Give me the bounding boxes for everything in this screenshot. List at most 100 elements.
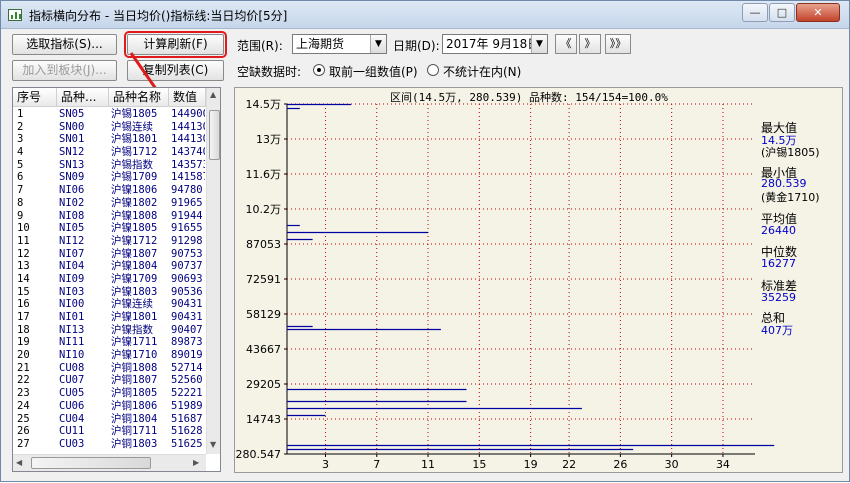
row-seq: 18 (17, 323, 30, 336)
table-row[interactable]: 2 SN00 沪锡连续 144130 (13, 121, 205, 134)
row-value: 143740 (171, 146, 205, 159)
table-row[interactable]: 12 NI07 沪镍1807 90753. (13, 248, 205, 261)
exclude-radio[interactable] (427, 64, 439, 76)
table-row[interactable]: 22 CU07 沪铜1807 52560. (13, 374, 205, 387)
scroll-right-icon[interactable]: ▶ (193, 458, 199, 467)
copy-list-button[interactable]: 复制列表(C) (127, 60, 224, 81)
scroll-up-icon[interactable]: ▲ (210, 90, 216, 99)
x-tick-label: 26 (613, 458, 627, 471)
row-value: 51625. (171, 437, 205, 450)
title-bar: 指标横向分布 - 当日均价()指标线:当日均价[5分] — □ ✕ (1, 1, 849, 29)
row-value: 89873. (171, 336, 205, 349)
y-tick-label: 43667 (246, 343, 281, 356)
row-seq: 7 (17, 184, 24, 197)
table-row[interactable]: 7 NI06 沪镍1806 94780. (13, 184, 205, 197)
horizontal-scrollbar[interactable]: ◀ ▶ (13, 454, 206, 471)
x-tick-label: 30 (665, 458, 679, 471)
table-row[interactable]: 16 NI00 沪镍连续 90431. (13, 298, 205, 311)
take-previous-label[interactable]: 取前一组数值(P) (329, 63, 418, 80)
row-value: 90737. (171, 260, 205, 273)
table-row[interactable]: 10 NI05 沪镍1805 91655. (13, 222, 205, 235)
header-value[interactable]: 数值 (169, 88, 206, 107)
row-code: NI10 (59, 349, 85, 362)
chevron-down-icon[interactable]: ▼ (370, 35, 386, 53)
select-indicator-button[interactable]: 选取指标(S)... (12, 34, 117, 55)
chart-app-icon (8, 9, 22, 21)
table-row[interactable]: 8 NI02 沪镍1802 91965. (13, 197, 205, 210)
table-row[interactable]: 26 CU11 沪铜1711 51628. (13, 425, 205, 438)
row-seq: 27 (17, 437, 30, 450)
table-row[interactable]: 1 SN05 沪锡1805 144900 (13, 108, 205, 121)
table-row[interactable]: 9 NI08 沪镍1808 91944. (13, 210, 205, 223)
range-select[interactable]: 上海期货 ▼ (292, 34, 387, 54)
table-row[interactable]: 21 CU08 沪铜1808 52714. (13, 362, 205, 375)
row-code: CU05 (59, 387, 85, 400)
row-code: NI04 (59, 260, 85, 273)
prev-button[interactable]: 》 (579, 34, 601, 54)
row-name: 沪锡指数 (111, 158, 153, 171)
table-row[interactable]: 4 SN12 沪锡1712 143740 (13, 146, 205, 159)
vertical-scrollbar[interactable]: ▲ ▼ (206, 88, 220, 454)
next-far-button[interactable]: 》》 (605, 34, 631, 54)
table-row[interactable]: 17 NI01 沪镍1801 90431. (13, 311, 205, 324)
calc-refresh-button[interactable]: 计算刷新(F) (124, 31, 227, 58)
row-name: 沪锡1805 (111, 108, 158, 120)
table-row[interactable]: 11 NI12 沪镍1712 91298. (13, 235, 205, 248)
row-code: CU11 (59, 425, 85, 438)
horizontal-scroll-thumb[interactable] (31, 457, 151, 469)
row-seq: 15 (17, 285, 30, 298)
row-code: NI03 (59, 285, 85, 298)
row-name: 沪锡连续 (111, 120, 153, 133)
exclude-label[interactable]: 不统计在内(N) (443, 63, 521, 80)
date-picker[interactable]: 2017年 9月18日 ▼ (442, 34, 548, 54)
table-row[interactable]: 20 NI10 沪镍1710 89019. (13, 349, 205, 362)
row-code: NI09 (59, 272, 85, 285)
x-tick-label: 22 (562, 458, 576, 471)
row-name: 沪镍指数 (111, 323, 153, 336)
row-code: SN09 (59, 171, 85, 184)
add-to-block-button[interactable]: 加入到板块(J)... (12, 60, 117, 81)
row-code: SN00 (59, 120, 85, 133)
prev-far-button[interactable]: 《 (555, 34, 577, 54)
row-name: 沪铜1803 (111, 437, 158, 450)
table-row[interactable]: 25 CU04 沪铜1804 51687. (13, 413, 205, 426)
table-row[interactable]: 5 SN13 沪锡指数 143573 (13, 159, 205, 172)
empty-data-label: 空缺数据时: (237, 65, 302, 79)
table-row[interactable]: 13 NI04 沪镍1804 90737. (13, 260, 205, 273)
chevron-down-icon[interactable]: ▼ (531, 35, 547, 53)
close-button[interactable]: ✕ (796, 3, 840, 22)
table-row[interactable]: 18 NI13 沪镍指数 90407. (13, 324, 205, 337)
header-name[interactable]: 品种名称 (109, 88, 169, 107)
table-row[interactable]: 24 CU06 沪铜1806 51989. (13, 400, 205, 413)
y-tick-label: 14.5万 (246, 98, 282, 111)
take-previous-radio[interactable] (313, 64, 325, 76)
table-row[interactable]: 14 NI09 沪镍1709 90693. (13, 273, 205, 286)
row-value: 52221. (171, 387, 205, 400)
table-row[interactable]: 23 CU05 沪铜1805 52221. (13, 387, 205, 400)
scroll-down-icon[interactable]: ▼ (210, 440, 216, 449)
sum-value: 407万 (761, 324, 793, 337)
row-name: 沪镍1805 (111, 222, 158, 235)
row-code: SN13 (59, 158, 85, 171)
vertical-scroll-thumb[interactable] (209, 110, 220, 160)
table-row[interactable]: 3 SN01 沪锡1801 144130 (13, 133, 205, 146)
table-row[interactable]: 27 CU03 沪铜1803 51625. (13, 438, 205, 451)
row-code: NI01 (59, 311, 85, 323)
row-value: 143573 (171, 158, 205, 171)
row-name: 沪镍1806 (111, 184, 158, 197)
header-seq[interactable]: 序号 (13, 88, 57, 107)
table-row[interactable]: 19 NI11 沪镍1711 89873. (13, 336, 205, 349)
table-row[interactable]: 15 NI03 沪镍1803 90536. (13, 286, 205, 299)
row-value: 91298. (171, 234, 205, 247)
row-name: 沪铜1804 (111, 412, 158, 425)
scroll-left-icon[interactable]: ◀ (16, 458, 22, 467)
row-code: CU03 (59, 437, 85, 450)
minimize-button[interactable]: — (742, 3, 768, 22)
row-value: 90753. (171, 247, 205, 260)
maximize-button[interactable]: □ (769, 3, 795, 22)
row-seq: 8 (17, 196, 24, 209)
result-list[interactable]: 序号 品种... 品种名称 数值 1 SN05 沪锡1805 144900 2 SN00 沪… (12, 87, 221, 472)
row-seq: 21 (17, 361, 30, 374)
header-code[interactable]: 品种... (57, 88, 109, 107)
table-row[interactable]: 6 SN09 沪锡1709 141587 (13, 171, 205, 184)
